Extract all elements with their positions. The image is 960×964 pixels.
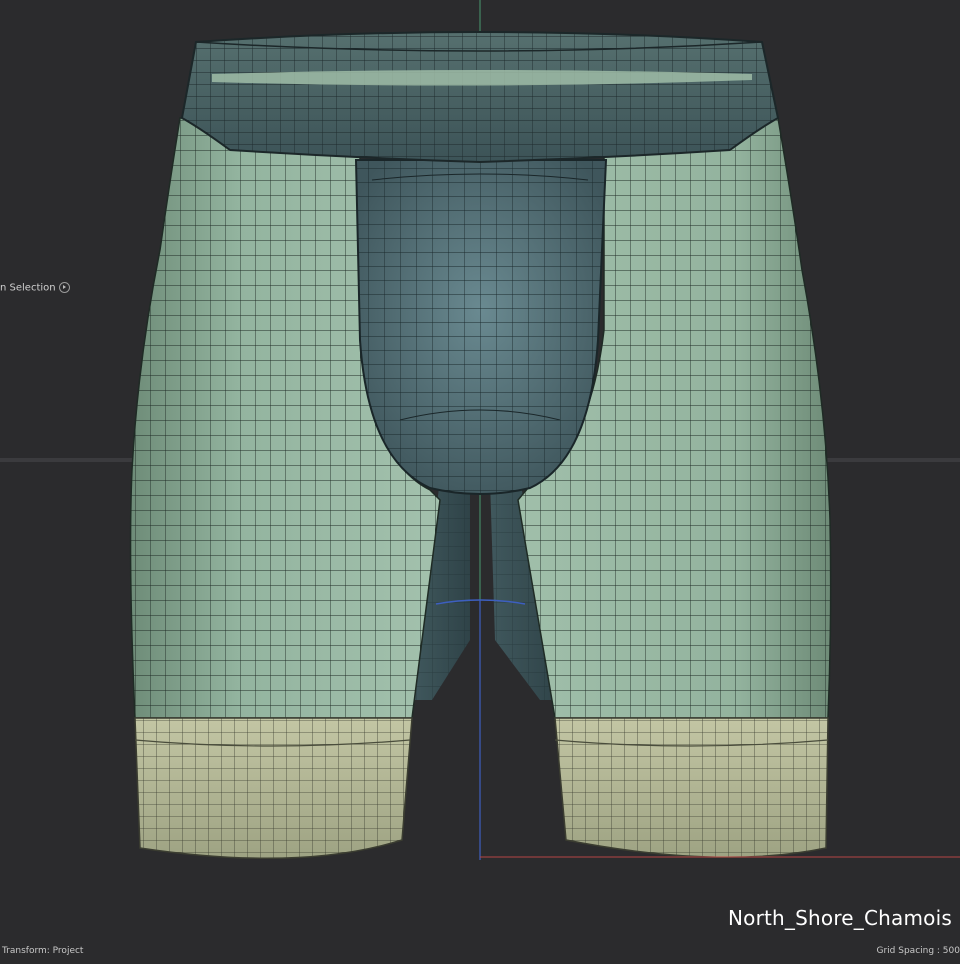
left-leg-cuff: [135, 718, 412, 858]
grid-spacing-status: Grid Spacing : 500: [877, 946, 960, 956]
viewport-canvas[interactable]: [0, 0, 960, 960]
waistband: [182, 32, 778, 162]
model-name-watermark: North_Shore_Chamois: [728, 906, 952, 930]
chamois-pad: [356, 160, 606, 494]
transform-status: Transform: Project: [2, 946, 83, 956]
expand-arrow-icon[interactable]: [59, 282, 70, 293]
selection-menu-item[interactable]: n Selection: [0, 282, 70, 294]
right-leg-cuff: [555, 718, 828, 857]
3d-viewport[interactable]: [0, 0, 960, 960]
selection-label-text: n Selection: [0, 283, 56, 294]
